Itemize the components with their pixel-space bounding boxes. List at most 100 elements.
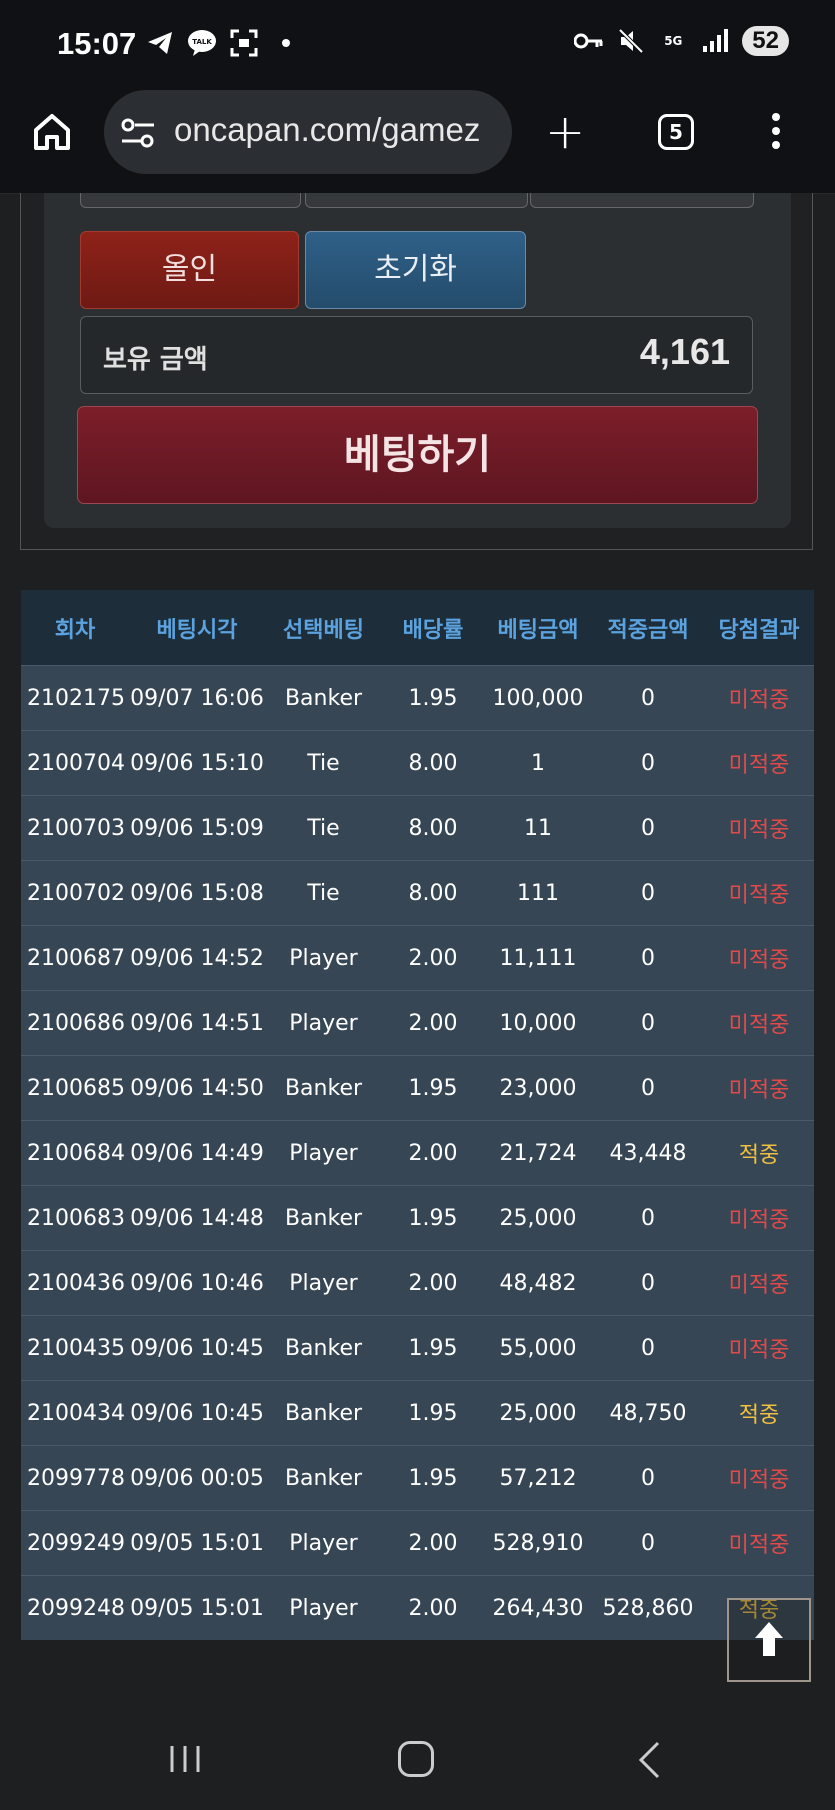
- cell-bet-amount: 528,910: [484, 1510, 592, 1576]
- cell-result: 미적중: [704, 1445, 814, 1511]
- dot-icon: [271, 28, 301, 58]
- telegram-icon: [145, 28, 175, 58]
- cell-result: 미적중: [704, 925, 814, 991]
- table-row: 2100436 09/06 10:46 Player 2.00 48,482 0 미적중: [21, 1250, 814, 1316]
- cell-bet-amount: 1: [484, 730, 592, 796]
- network-type-icon: 5G: [664, 34, 683, 48]
- cell-result: 적중: [704, 1120, 814, 1186]
- cell-odds: 8.00: [382, 860, 484, 926]
- table-row: 2102175 09/07 16:06 Banker 1.95 100,000 0 미적중: [21, 665, 814, 731]
- cell-bet-time: 09/06 14:48: [129, 1185, 265, 1251]
- cell-selection: Banker: [265, 665, 382, 731]
- site-settings-icon[interactable]: [120, 117, 156, 149]
- cell-bet-amount: 11: [484, 795, 592, 861]
- home-icon[interactable]: [30, 110, 74, 154]
- tab-switcher-button[interactable]: 5: [658, 114, 694, 150]
- cell-bet-amount: 111: [484, 860, 592, 926]
- cell-win-amount: 0: [592, 990, 704, 1056]
- header-result: 당첨결과: [704, 590, 814, 666]
- cell-win-amount: 0: [592, 1445, 704, 1511]
- cell-bet-time: 09/07 16:06: [129, 665, 265, 731]
- cell-bet-time: 09/06 14:50: [129, 1055, 265, 1121]
- cell-selection: Tie: [265, 730, 382, 796]
- cell-win-amount: 0: [592, 925, 704, 991]
- cell-win-amount: 0: [592, 1055, 704, 1121]
- balance-value: 4,161: [639, 331, 730, 372]
- cell-odds: 8.00: [382, 795, 484, 861]
- cell-bet-time: 09/06 15:09: [129, 795, 265, 861]
- cell-bet-time: 09/06 15:10: [129, 730, 265, 796]
- cell-odds: 2.00: [382, 925, 484, 991]
- cell-bet-time: 09/06 14:49: [129, 1120, 265, 1186]
- chip-button[interactable]: [80, 193, 301, 208]
- recent-apps-icon[interactable]: [168, 1744, 202, 1774]
- new-tab-icon[interactable]: +: [545, 108, 585, 156]
- table-row: 2100702 09/06 15:08 Tie 8.00 111 0 미적중: [21, 860, 814, 926]
- cell-round: 2102175: [21, 665, 129, 731]
- cell-win-amount: 528,860: [592, 1575, 704, 1640]
- chip-button[interactable]: [305, 193, 528, 208]
- cell-odds: 2.00: [382, 1510, 484, 1576]
- nav-home-icon[interactable]: [398, 1741, 434, 1777]
- cell-selection: Banker: [265, 1445, 382, 1511]
- battery-indicator: 52: [742, 26, 789, 56]
- cell-result: 미적중: [704, 795, 814, 861]
- all-in-button[interactable]: 올인: [80, 231, 299, 309]
- cell-win-amount: 48,750: [592, 1380, 704, 1446]
- balance-label: 보유 금액: [103, 345, 208, 375]
- cell-win-amount: 0: [592, 1185, 704, 1251]
- mute-icon: [616, 26, 646, 56]
- cell-round: 2100685: [21, 1055, 129, 1121]
- more-options-icon[interactable]: [772, 113, 782, 155]
- cell-bet-time: 09/06 10:45: [129, 1380, 265, 1446]
- svg-text:TALK: TALK: [192, 38, 212, 46]
- cell-odds: 2.00: [382, 1575, 484, 1640]
- cell-result: 미적중: [704, 1185, 814, 1251]
- cell-result: 미적중: [704, 1510, 814, 1576]
- cell-selection: Tie: [265, 795, 382, 861]
- bet-history-table: 회차 베팅시각 선택베팅 배당률 베팅금액 적중금액 당첨결과 2102175 0…: [21, 590, 814, 1640]
- scroll-to-top-button[interactable]: [727, 1598, 811, 1682]
- cell-win-amount: 0: [592, 860, 704, 926]
- cell-bet-amount: 25,000: [484, 1185, 592, 1251]
- cell-odds: 2.00: [382, 1250, 484, 1316]
- cell-odds: 2.00: [382, 990, 484, 1056]
- cell-odds: 1.95: [382, 1055, 484, 1121]
- cell-odds: 8.00: [382, 730, 484, 796]
- cell-result: 적중: [704, 1380, 814, 1446]
- status-bar: 15:07 TALK 5G 52: [0, 0, 835, 90]
- cell-odds: 1.95: [382, 1185, 484, 1251]
- cell-bet-amount: 57,212: [484, 1445, 592, 1511]
- cell-round: 2100704: [21, 730, 129, 796]
- table-row: 2100435 09/06 10:45 Banker 1.95 55,000 0 미적중: [21, 1315, 814, 1381]
- table-row: 2100704 09/06 15:10 Tie 8.00 1 0 미적중: [21, 730, 814, 796]
- back-icon[interactable]: [636, 1740, 662, 1780]
- reset-button[interactable]: 초기화: [305, 231, 526, 309]
- cell-win-amount: 43,448: [592, 1120, 704, 1186]
- place-bet-button[interactable]: 베팅하기: [77, 406, 758, 504]
- chip-button[interactable]: [530, 193, 754, 208]
- balance-box: 보유 금액 4,161: [80, 316, 753, 394]
- cell-bet-amount: 55,000: [484, 1315, 592, 1381]
- cell-result: 미적중: [704, 1055, 814, 1121]
- table-row: 2100683 09/06 14:48 Banker 1.95 25,000 0 미적중: [21, 1185, 814, 1251]
- cell-odds: 1.95: [382, 1445, 484, 1511]
- cell-bet-time: 09/06 00:05: [129, 1445, 265, 1511]
- table-row: 2099249 09/05 15:01 Player 2.00 528,910 0 미적중: [21, 1510, 814, 1576]
- url-text[interactable]: oncapan.com/gamez: [174, 111, 494, 149]
- cell-bet-amount: 264,430: [484, 1575, 592, 1640]
- key-icon: [574, 26, 604, 56]
- kakaotalk-icon: TALK: [187, 28, 217, 58]
- cell-win-amount: 0: [592, 665, 704, 731]
- cell-bet-amount: 25,000: [484, 1380, 592, 1446]
- screenshot-icon: [229, 28, 259, 58]
- cell-selection: Banker: [265, 1185, 382, 1251]
- cell-odds: 1.95: [382, 1380, 484, 1446]
- cell-selection: Player: [265, 1510, 382, 1576]
- cell-result: 미적중: [704, 730, 814, 796]
- table-row: 2100686 09/06 14:51 Player 2.00 10,000 0 미적중: [21, 990, 814, 1056]
- cell-round: 2099249: [21, 1510, 129, 1576]
- cell-round: 2100702: [21, 860, 129, 926]
- header-selection: 선택베팅: [265, 590, 382, 666]
- table-row: 2099778 09/06 00:05 Banker 1.95 57,212 0 미적중: [21, 1445, 814, 1511]
